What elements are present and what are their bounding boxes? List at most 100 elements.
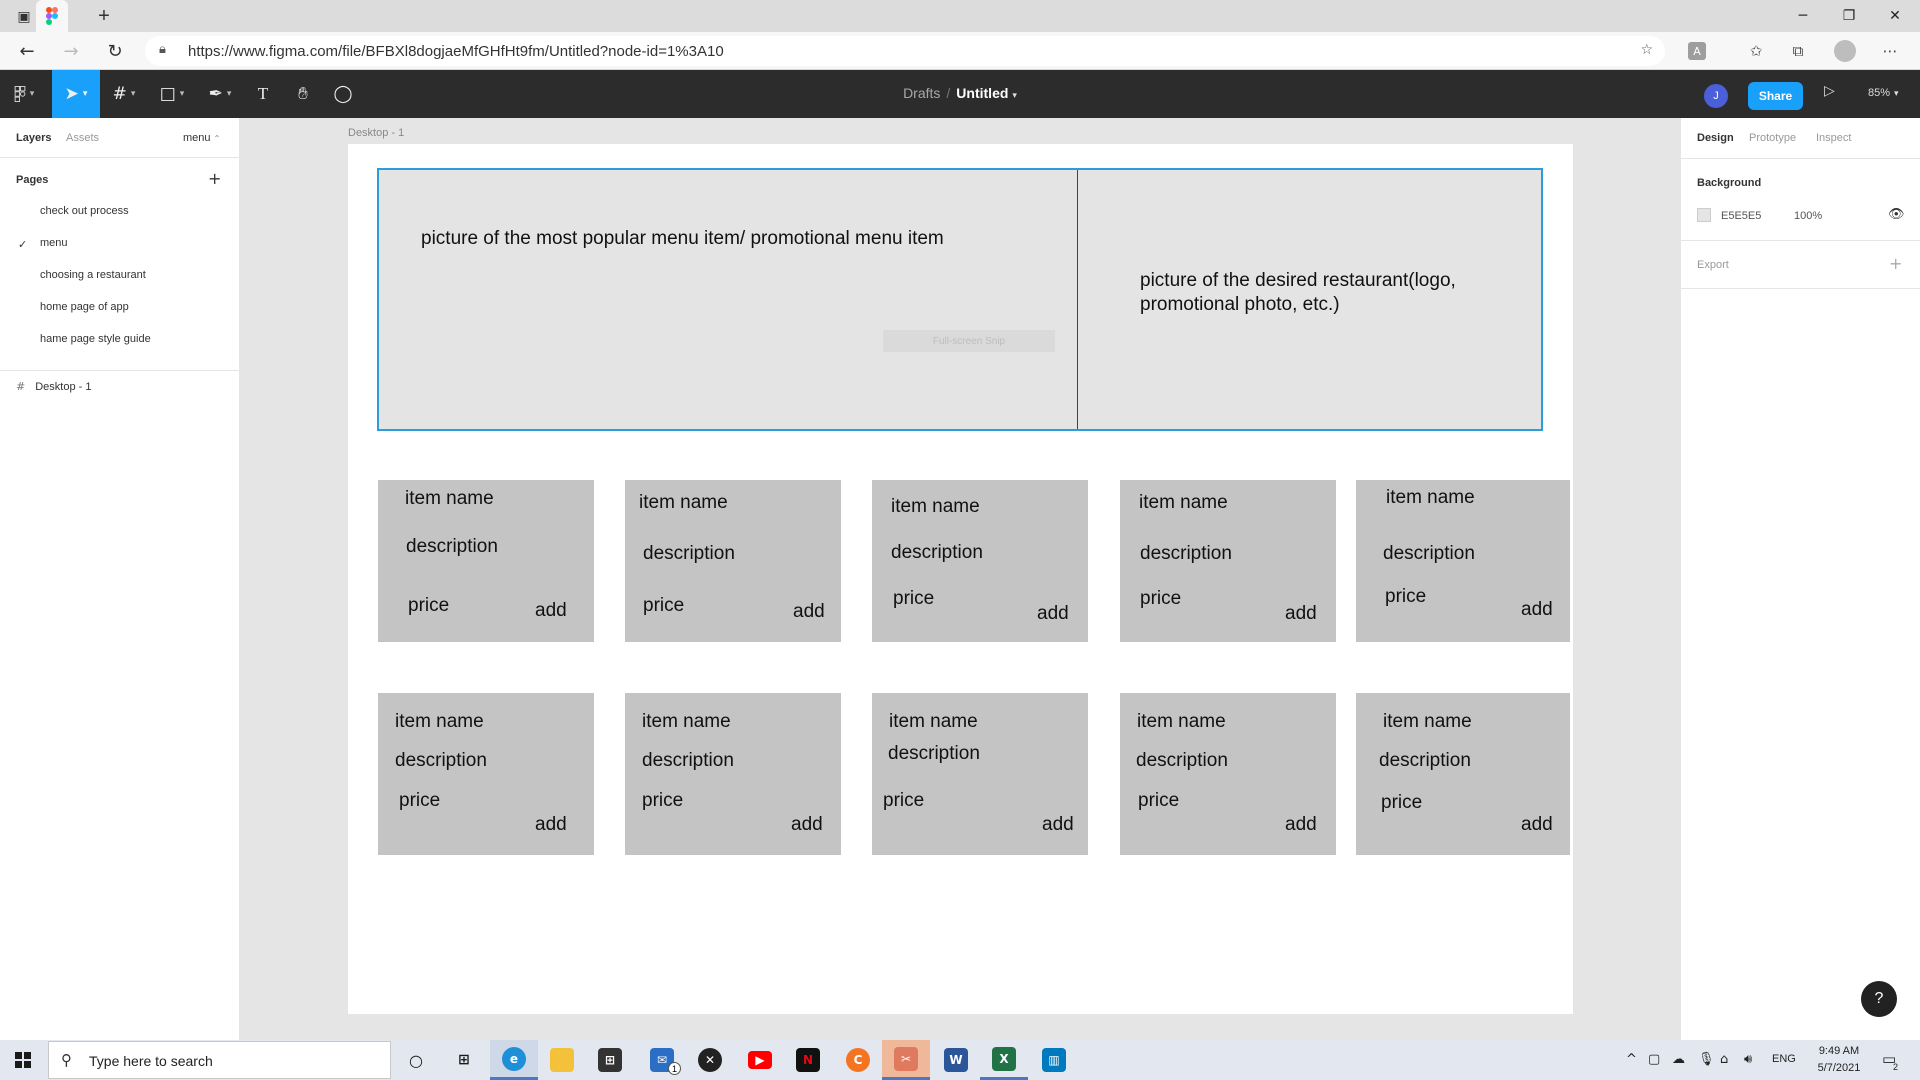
youtube-icon[interactable]: ▶ [736, 1040, 784, 1080]
back-icon[interactable]: ← [16, 40, 38, 62]
menu-item-card[interactable]: item name description price add [378, 693, 594, 855]
add-button[interactable]: add [1285, 814, 1317, 836]
add-page-icon[interactable]: + [208, 169, 221, 188]
page-item-hame-page-style-guide[interactable]: hame page style guide [40, 333, 151, 345]
frame-label[interactable]: Desktop - 1 [348, 127, 404, 139]
profile-avatar[interactable] [1834, 40, 1856, 62]
add-button[interactable]: add [1285, 603, 1317, 625]
background-opacity[interactable]: 100% [1794, 210, 1822, 222]
page-item-menu[interactable]: menu [40, 237, 68, 249]
volume-icon[interactable]: 🔊︎ [1744, 1052, 1752, 1067]
layer-row-desktop-1[interactable]: # Desktop - 1 [16, 380, 91, 393]
tab-assets[interactable]: Assets [66, 132, 99, 144]
collections-icon[interactable]: ⧉ [1788, 41, 1808, 61]
page-item-home-page-of-app[interactable]: home page of app [40, 301, 129, 313]
microphone-icon[interactable]: 🎙︎ [1698, 1052, 1715, 1067]
add-button[interactable]: add [793, 601, 825, 623]
crunchyroll-icon[interactable]: C [834, 1040, 882, 1080]
store-icon[interactable]: ⊞ [586, 1040, 634, 1080]
user-avatar[interactable]: J [1704, 84, 1728, 108]
minimize-icon[interactable]: ─ [1780, 0, 1826, 32]
item-name: item name [639, 492, 728, 513]
breadcrumb-separator: / [946, 85, 951, 101]
menu-item-card[interactable]: item name description price add [872, 480, 1088, 642]
more-menu-icon[interactable]: ⋯ [1880, 41, 1900, 61]
tab-design[interactable]: Design [1697, 132, 1734, 144]
frame-hash-icon: # [16, 380, 26, 393]
menu-item-card[interactable]: item name description price add [1356, 693, 1570, 855]
file-explorer-icon[interactable] [538, 1040, 586, 1080]
notification-count: 2 [1893, 1062, 1899, 1072]
figma-tab[interactable] [36, 0, 68, 32]
snipping-tool-icon[interactable]: ✂ [882, 1040, 930, 1080]
background-hex[interactable]: E5E5E5 [1721, 210, 1761, 222]
task-view-icon[interactable]: ⊞ [440, 1040, 488, 1080]
menu-item-card[interactable]: item name description price add [1356, 480, 1570, 642]
mail-icon[interactable]: ✉ 1 [638, 1040, 686, 1080]
add-button[interactable]: add [535, 814, 567, 836]
tab-inspect[interactable]: Inspect [1816, 132, 1851, 144]
present-play-icon[interactable]: ▷ [1824, 83, 1835, 99]
hero-banner[interactable]: picture of the most popular menu item/ p… [377, 168, 1543, 431]
tab-prototype[interactable]: Prototype [1749, 132, 1796, 144]
xbox-icon[interactable]: ✕ [686, 1040, 734, 1080]
item-price: price [643, 595, 685, 616]
edge-browser-icon[interactable]: e [490, 1040, 538, 1080]
menu-item-card[interactable]: item name description price add [625, 480, 841, 642]
menu-item-card[interactable]: item name description price add [378, 480, 594, 642]
add-button[interactable]: add [791, 814, 823, 836]
favorite-add-icon[interactable]: ☆ [1640, 42, 1653, 58]
menu-item-card[interactable]: item name description price add [625, 693, 841, 855]
language-indicator[interactable]: ENG [1772, 1053, 1796, 1065]
menu-item-card[interactable]: item name description price add [1120, 480, 1336, 642]
figma-toolbar: ▾ ➤ ▾ # ▾ □ ▾ ✒ ▾ T ✋︎ ◯ Drafts / Untitled ▾ J … [0, 70, 1920, 118]
tray-app-icon[interactable]: ▢ [1648, 1052, 1660, 1067]
figma-logo-icon [46, 7, 58, 25]
restore-icon[interactable]: ❐ [1826, 0, 1872, 32]
favorites-icon[interactable]: ✩ [1746, 41, 1766, 61]
background-color-swatch[interactable] [1697, 208, 1711, 222]
add-export-icon[interactable]: + [1889, 254, 1902, 273]
show-hidden-icons-icon[interactable]: ^ [1626, 1052, 1637, 1067]
item-price: price [883, 790, 925, 811]
zoom-level[interactable]: 85% ▾ [1868, 87, 1899, 99]
hero-promo-text: picture of the most popular menu item/ p… [421, 228, 944, 249]
menu-item-card[interactable]: item name description price add [872, 693, 1088, 855]
share-button[interactable]: Share [1748, 82, 1803, 110]
add-button[interactable]: add [1521, 599, 1553, 621]
eye-visibility-icon[interactable]: 👁︎ [1888, 207, 1905, 222]
tab-actions-icon[interactable]: ▣ [14, 6, 34, 26]
add-button[interactable]: add [535, 600, 567, 622]
tab-layers[interactable]: Layers [16, 132, 51, 144]
word-icon[interactable]: W [932, 1040, 980, 1080]
network-icon[interactable]: ⌂ [1720, 1052, 1728, 1067]
page-item-check-out-process[interactable]: check out process [40, 205, 129, 217]
url-field[interactable]: 🔒︎ https://www.figma.com/file/BFBXl8dogj… [145, 36, 1665, 66]
close-window-icon[interactable]: ✕ [1872, 0, 1918, 32]
extension-icon[interactable]: A [1688, 42, 1706, 60]
taskbar-clock[interactable]: 9:49 AM 5/7/2021 [1811, 1043, 1867, 1077]
excel-icon[interactable]: X [980, 1040, 1028, 1080]
menu-item-card[interactable]: item name description price add [1120, 693, 1336, 855]
add-button[interactable]: add [1037, 603, 1069, 625]
netflix-icon[interactable]: N [784, 1040, 832, 1080]
drafts-link[interactable]: Drafts [903, 85, 940, 101]
add-button[interactable]: add [1042, 814, 1074, 836]
checkmark-icon: ✓ [18, 238, 28, 251]
add-button[interactable]: add [1521, 814, 1553, 836]
trello-icon[interactable]: ▥ [1030, 1040, 1078, 1080]
forward-icon[interactable]: → [60, 40, 82, 62]
chevron-down-icon[interactable]: ▾ [1012, 90, 1017, 100]
onedrive-cloud-icon[interactable]: ☁ [1672, 1052, 1685, 1067]
page-item-choosing-a-restaurant[interactable]: choosing a restaurant [40, 269, 146, 281]
page-selector[interactable]: menu ⌃ [183, 132, 220, 144]
taskbar-search[interactable]: ⚲ Type here to search [48, 1041, 391, 1079]
help-button[interactable]: ? [1861, 981, 1897, 1017]
cortana-icon[interactable]: ○ [392, 1040, 440, 1080]
refresh-icon[interactable]: ↻ [104, 40, 126, 62]
new-tab-icon[interactable]: + [94, 5, 114, 27]
file-name[interactable]: Untitled [956, 85, 1008, 101]
panel-divider [1681, 158, 1920, 159]
item-description: description [888, 743, 980, 764]
windows-start-icon[interactable] [0, 1040, 46, 1080]
